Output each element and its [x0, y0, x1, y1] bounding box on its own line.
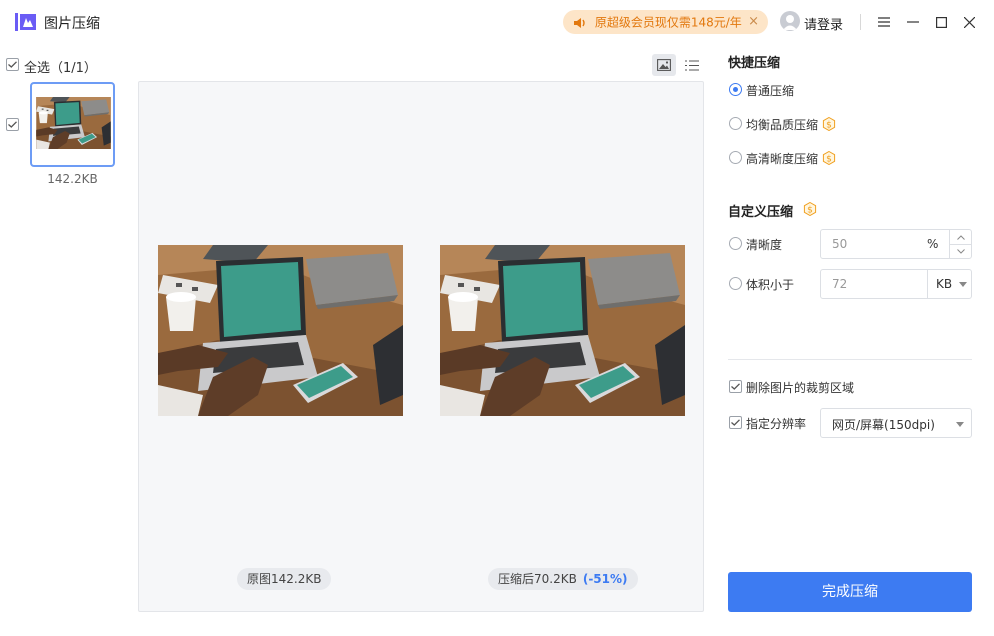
dpi-label: 指定分辨率: [746, 417, 807, 431]
select-all-checkbox[interactable]: [6, 58, 19, 71]
custom-compress-heading: 自定义压缩: [728, 205, 794, 220]
radio-size-limit-label: 体积小于: [746, 278, 795, 292]
promo-banner[interactable]: 原超级会员现仅需148元/年 ×: [563, 10, 768, 34]
chevron-down-icon: [956, 422, 964, 427]
radio-size-limit-button[interactable]: [729, 277, 742, 290]
maximize-icon[interactable]: [931, 12, 951, 32]
stepper-down-icon[interactable]: [950, 244, 971, 258]
avatar-icon: [780, 11, 800, 31]
login-label: 请登录: [804, 18, 844, 33]
list-view-icon: [685, 59, 699, 71]
image-view-toggle[interactable]: [652, 54, 676, 76]
select-all-label: 全选（1/1）: [24, 61, 97, 76]
vip-badge-icon: $: [822, 151, 836, 165]
radio-clarity-label: 清晰度: [746, 238, 783, 252]
image-thumbnail[interactable]: [30, 82, 115, 167]
radio-normal-button[interactable]: [729, 83, 742, 96]
app-title: 图片压缩: [44, 16, 100, 32]
clarity-value: 50: [832, 237, 848, 251]
preview-panel: 原图142.2KB 压缩后70.2KB (-51%): [138, 81, 704, 612]
stepper-up-icon[interactable]: [950, 230, 971, 244]
dpi-select[interactable]: 网页/屏幕(150dpi): [820, 408, 972, 438]
size-unit-value: KB: [936, 277, 953, 291]
size-limit-value: 72: [832, 277, 848, 291]
thumbnail-checkbox[interactable]: [6, 118, 19, 131]
size-unit-select[interactable]: KB: [927, 270, 971, 298]
app-logo-icon: [15, 13, 36, 31]
title-bar: 图片压缩 原超级会员现仅需148元/年 × 请登录: [0, 0, 994, 44]
speaker-icon: [574, 17, 585, 28]
thumbnail-size: 142.2KB: [47, 172, 98, 186]
original-size-text: 原图142.2KB: [247, 572, 322, 586]
thumbnail-photo: [36, 97, 111, 149]
original-image: [158, 245, 403, 416]
quick-compress-heading: 快捷压缩: [728, 56, 781, 71]
settings-divider: [728, 359, 972, 360]
crop-checkbox[interactable]: [729, 380, 742, 393]
dpi-select-value: 网页/屏幕(150dpi): [832, 418, 935, 432]
dpi-checkbox[interactable]: [729, 416, 742, 429]
size-limit-input[interactable]: 72 KB: [820, 269, 972, 299]
clarity-stepper[interactable]: [949, 230, 971, 258]
title-divider: [860, 14, 861, 30]
svg-text:$: $: [807, 206, 813, 216]
compressed-size-label: 压缩后70.2KB (-51%): [488, 568, 638, 590]
svg-text:$: $: [826, 121, 832, 131]
radio-clarity-button[interactable]: [729, 237, 742, 250]
radio-balanced-label: 均衡品质压缩: [746, 118, 819, 132]
app-window: 图片压缩 原超级会员现仅需148元/年 × 请登录 全选（1/1） 142.2K…: [0, 0, 994, 636]
radio-normal-label: 普通压缩: [746, 84, 795, 98]
vip-badge-icon: $: [822, 117, 836, 131]
image-view-icon: [657, 59, 671, 71]
close-icon[interactable]: [959, 12, 979, 32]
compressed-image: [440, 245, 685, 416]
radio-high-definition-button[interactable]: [729, 151, 742, 164]
promo-close-icon[interactable]: ×: [748, 10, 759, 34]
minimize-icon[interactable]: [903, 12, 923, 32]
promo-text: 原超级会员现仅需148元/年: [594, 15, 742, 30]
radio-balanced-button[interactable]: [729, 117, 742, 130]
reduction-percent: (-51%): [582, 572, 628, 586]
clarity-unit: %: [927, 237, 939, 251]
list-view-toggle[interactable]: [680, 54, 704, 76]
original-size-label: 原图142.2KB: [237, 568, 332, 590]
compressed-size-text: 压缩后70.2KB: [498, 572, 577, 586]
menu-icon[interactable]: [874, 12, 894, 32]
clarity-input[interactable]: 50 %: [820, 229, 972, 259]
vip-badge-icon: $: [803, 202, 817, 216]
crop-label: 删除图片的裁剪区域: [746, 381, 855, 395]
svg-text:$: $: [826, 155, 832, 165]
finish-compress-button[interactable]: 完成压缩: [728, 572, 972, 612]
radio-high-definition-label: 高清晰度压缩: [746, 152, 819, 166]
chevron-down-icon: [959, 282, 967, 287]
